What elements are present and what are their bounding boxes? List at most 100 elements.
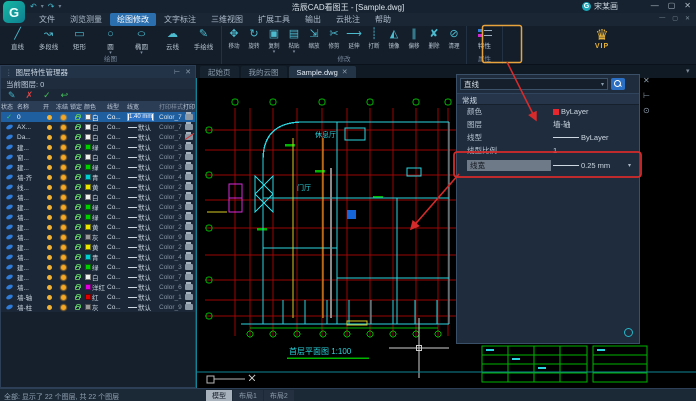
layout-tab-3[interactable]: 布局2 [264, 390, 294, 401]
vip-button[interactable]: ♛ VIP [586, 28, 618, 50]
menu-item-7[interactable]: 输出 [298, 13, 328, 26]
delete-layer-icon[interactable]: ✗ [26, 90, 34, 101]
layer-on-icon[interactable] [47, 235, 52, 240]
paste-button[interactable]: ▤粘贴▾ [284, 27, 304, 55]
layer-freeze-icon[interactable] [61, 115, 66, 120]
layer-print-icon[interactable] [185, 204, 193, 210]
layer-row[interactable]: 墙...绿Co...默认Color_3 [1, 212, 195, 222]
layer-row[interactable]: 线...黄Co...默认Color_2 [1, 182, 195, 192]
rotate-button[interactable]: ↻旋转 [244, 27, 264, 55]
layer-color-swatch[interactable] [85, 214, 91, 220]
ribbon-collapse-icon[interactable]: ▾ [686, 67, 692, 75]
layer-lock-icon[interactable] [75, 256, 80, 260]
layer-row[interactable]: 墙-齐青Co...默认Color_4 [1, 172, 195, 182]
layer-row[interactable]: 建...白Co...默认Color_7 [1, 272, 195, 282]
layer-on-icon[interactable] [47, 145, 52, 150]
layer-lock-icon[interactable] [75, 296, 80, 300]
layer-on-icon[interactable] [47, 125, 52, 130]
layer-lock-icon[interactable] [75, 126, 80, 130]
layer-freeze-icon[interactable] [61, 245, 66, 250]
props-close-icon[interactable]: ✕ [643, 77, 650, 85]
close-button[interactable]: ✕ [684, 1, 691, 10]
purge-button[interactable]: ⊘清理 [444, 27, 464, 55]
layer-row[interactable]: 墙-轴红Co...默认Color_1 [1, 292, 195, 302]
layer-freeze-icon[interactable] [61, 135, 66, 140]
layer-lock-icon[interactable] [75, 216, 80, 220]
layer-on-icon[interactable] [47, 175, 52, 180]
layer-color-swatch[interactable] [85, 254, 91, 260]
layer-row[interactable]: 墙...白Co...默认Color_7 [1, 192, 195, 202]
layer-row[interactable]: 窗...白Co...默认Color_7 [1, 152, 195, 162]
layer-row[interactable]: 建...绿Co...默认Color_3 [1, 262, 195, 272]
layer-color-swatch[interactable] [85, 294, 91, 300]
layer-print-icon[interactable] [185, 234, 193, 240]
menu-item-1[interactable]: 文件 [32, 13, 62, 26]
layer-lock-icon[interactable] [75, 276, 80, 280]
panel-grip-icon[interactable]: ⋮ [5, 68, 13, 77]
menu-item-8[interactable]: 云批注 [329, 13, 367, 26]
layer-on-icon[interactable] [47, 285, 52, 290]
layer-print-icon[interactable] [185, 264, 193, 270]
layer-row[interactable]: ✓0白Co...1.40 mmColor_7 [1, 112, 195, 122]
close-tab-icon[interactable]: ✕ [342, 68, 348, 76]
apply-icon[interactable]: ✓ [43, 90, 51, 101]
layer-freeze-icon[interactable] [61, 165, 66, 170]
layer-color-swatch[interactable] [85, 134, 91, 140]
layer-freeze-icon[interactable] [61, 155, 66, 160]
user-account[interactable]: G 宋某画 [582, 1, 618, 12]
break-button[interactable]: ┊打断 [364, 27, 384, 55]
layout-tab-2[interactable]: 布局1 [233, 390, 263, 401]
panel-close-icon[interactable]: ✕ [185, 68, 191, 76]
layer-row[interactable]: 墙...灰Co...默认Color_9 [1, 232, 195, 242]
layer-lock-icon[interactable] [75, 176, 80, 180]
minimize-button[interactable]: — [651, 1, 659, 10]
layer-lock-icon[interactable] [75, 226, 80, 230]
layer-row[interactable]: 建...绿Co...默认Color_3 [1, 162, 195, 172]
freehand-button[interactable]: ✎手绘线 [188, 27, 219, 56]
layer-freeze-icon[interactable] [61, 275, 66, 280]
circle-button[interactable]: ○圆▾ [95, 27, 126, 56]
doc-tab-2[interactable]: 我的云图 [241, 66, 287, 78]
layer-on-icon[interactable] [47, 115, 52, 120]
property-row-2[interactable]: 图层墙-轴 [457, 118, 639, 131]
layer-lock-icon[interactable] [75, 246, 80, 250]
layer-print-icon[interactable] [185, 294, 193, 300]
layer-freeze-icon[interactable] [61, 255, 66, 260]
layer-on-icon[interactable] [47, 255, 52, 260]
layer-row[interactable]: 建...黄Co...默认Color_2 [1, 242, 195, 252]
doc-tab-1[interactable]: 起始页 [200, 66, 239, 78]
layer-color-swatch[interactable] [85, 164, 91, 170]
layer-freeze-icon[interactable] [61, 145, 66, 150]
layer-freeze-icon[interactable] [61, 215, 66, 220]
layer-print-icon[interactable] [185, 134, 193, 140]
layer-print-icon[interactable] [185, 164, 193, 170]
layer-print-icon[interactable] [185, 214, 193, 220]
new-layer-icon[interactable]: ✎ [8, 90, 16, 101]
layer-on-icon[interactable] [47, 205, 52, 210]
layer-on-icon[interactable] [47, 165, 52, 170]
layer-color-swatch[interactable] [85, 184, 91, 190]
menu-item-5[interactable]: 三维视图 [204, 13, 250, 26]
panel-pin-icon[interactable]: ⊢ [174, 68, 180, 76]
doc-minimize-button[interactable]: — [659, 15, 665, 22]
layer-color-swatch[interactable] [85, 284, 91, 290]
layer-print-icon[interactable] [185, 274, 193, 280]
layer-row[interactable]: 建...绿Co...默认Color_3 [1, 202, 195, 212]
layout-tab-1[interactable]: 模型 [206, 390, 232, 401]
layer-print-icon[interactable] [185, 184, 193, 190]
copy-button[interactable]: ▣复制▾ [264, 27, 284, 55]
layer-on-icon[interactable] [47, 265, 52, 270]
revert-icon[interactable]: ↩ [61, 90, 69, 101]
layer-lock-icon[interactable] [75, 166, 80, 170]
extend-button[interactable]: ⟶延伸 [344, 27, 364, 55]
layer-print-icon[interactable] [185, 304, 193, 310]
delete-button[interactable]: ✘删除 [424, 27, 444, 55]
layer-row[interactable]: 建...绿Co...默认Color_3 [1, 142, 195, 152]
property-row-4[interactable]: 线型比例1 [457, 144, 639, 157]
layer-row[interactable]: 墙...洋红Co...默认Color_6 [1, 282, 195, 292]
layer-freeze-icon[interactable] [61, 185, 66, 190]
layer-color-swatch[interactable] [85, 114, 91, 120]
layer-on-icon[interactable] [47, 195, 52, 200]
property-row-1[interactable]: 颜色ByLayer [457, 105, 639, 118]
doc-maximize-button[interactable]: ▢ [672, 15, 678, 22]
